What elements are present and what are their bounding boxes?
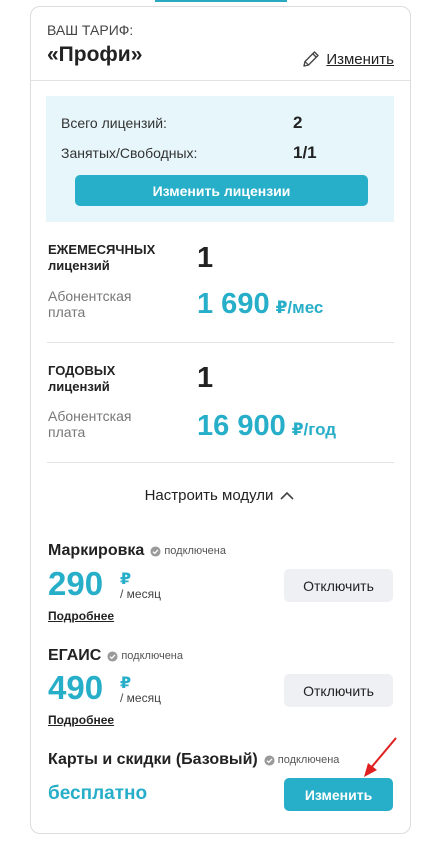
yearly-price: 16 900 ₽/год (197, 410, 336, 443)
license-summary-box: Всего лицензий: 2 Занятых/Свободных: 1/1… (46, 96, 394, 222)
monthly-price-value: 1 690 (197, 288, 270, 320)
tariff-header: ВАШ ТАРИФ: «Профи» Изменить (47, 22, 394, 82)
tariff-card: ВАШ ТАРИФ: «Профи» Изменить Всего лиценз… (30, 6, 411, 834)
module-egais-period: / месяц (120, 691, 161, 705)
module-egais-title: ЕГАИС (48, 647, 102, 664)
yearly-title-line2: лицензий (48, 379, 110, 394)
module-marking-name: Маркировка подключена (48, 542, 226, 560)
monthly-divider (47, 342, 394, 343)
module-cards-price: бесплатно (48, 783, 148, 804)
header-divider (31, 80, 410, 81)
total-licenses-label: Всего лицензий: (61, 115, 167, 131)
yearly-fee-label: Абонентская плата (48, 408, 131, 440)
configure-modules-label: Настроить модули (144, 487, 274, 504)
module-egais-currency: ₽ (120, 675, 132, 692)
used-free-value: 1/1 (293, 143, 317, 162)
configure-modules-toggle[interactable]: Настроить модули (31, 487, 410, 504)
module-marking-period: / месяц (120, 587, 161, 601)
monthly-price: 1 690 ₽/мес (197, 288, 323, 321)
module-cards-status: подключена (264, 754, 340, 766)
chevron-up-icon (280, 491, 294, 500)
check-circle-icon (107, 650, 118, 662)
monthly-price-unit: ₽/мес (275, 298, 324, 317)
monthly-fee-line2: плата (48, 304, 86, 320)
used-free-label: Занятых/Свободных: (61, 145, 198, 161)
yearly-fee-line1: Абонентская (48, 408, 132, 424)
module-marking-title: Маркировка (48, 542, 145, 559)
check-circle-icon (264, 754, 275, 766)
tariff-name: «Профи» (47, 43, 143, 66)
module-marking-status-label: подключена (164, 545, 226, 557)
module-marking-disable-button[interactable]: Отключить (284, 569, 393, 602)
yearly-price-unit: ₽/год (291, 420, 337, 439)
yearly-fee-line2: плата (48, 424, 86, 440)
monthly-title: ЕЖЕМЕСЯЧНЫХ лицензий (48, 242, 155, 274)
monthly-count: 1 (197, 242, 214, 274)
module-marking-currency: ₽ (120, 571, 132, 588)
monthly-fee-label: Абонентская плата (48, 288, 131, 320)
monthly-title-line1: ЕЖЕМЕСЯЧНЫХ (48, 242, 156, 257)
change-licenses-button[interactable]: Изменить лицензии (75, 175, 368, 206)
module-cards-title: Карты и скидки (Базовый) (48, 751, 258, 768)
module-marking-status: подключена (150, 545, 226, 557)
module-cards-status-label: подключена (277, 754, 340, 766)
monthly-fee-line1: Абонентская (48, 288, 132, 304)
module-cards-change-button[interactable]: Изменить (284, 778, 393, 811)
monthly-title-line2: лицензий (48, 258, 110, 273)
yearly-count: 1 (197, 362, 214, 394)
yearly-divider (47, 462, 394, 463)
change-tariff-link[interactable]: Изменить (301, 49, 394, 69)
module-egais-name: ЕГАИС подключена (48, 647, 183, 665)
top-accent-bar (155, 0, 287, 2)
yearly-title: ГОДОВЫХ лицензий (48, 363, 115, 395)
pencil-icon (303, 51, 320, 67)
module-egais-disable-button[interactable]: Отключить (284, 674, 393, 707)
change-tariff-label: Изменить (326, 50, 394, 68)
yearly-price-value: 16 900 (197, 410, 286, 442)
module-egais-price: 490 (48, 669, 104, 706)
module-marking-more-link[interactable]: Подробнее (48, 609, 114, 623)
module-egais-status-label: подключена (121, 650, 183, 662)
tariff-label: ВАШ ТАРИФ: (47, 22, 134, 38)
total-licenses-value: 2 (293, 113, 303, 132)
module-marking-price: 290 (48, 565, 104, 602)
check-circle-icon (150, 545, 161, 557)
module-egais-more-link[interactable]: Подробнее (48, 713, 114, 727)
module-cards-name: Карты и скидки (Базовый) подключена (48, 751, 339, 769)
yearly-title-line1: ГОДОВЫХ (48, 363, 116, 378)
annotation-arrow-icon (364, 737, 397, 777)
module-egais-status: подключена (107, 650, 183, 662)
